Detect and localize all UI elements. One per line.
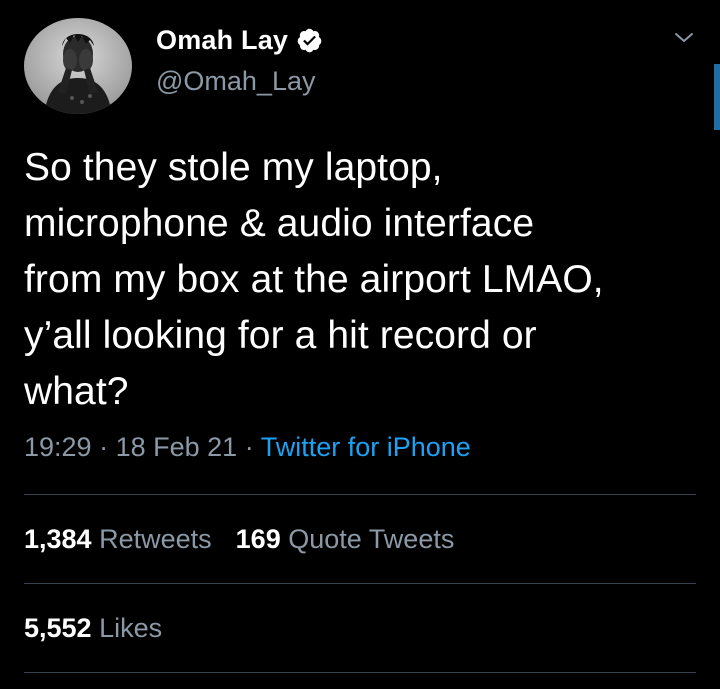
divider xyxy=(24,583,696,584)
divider xyxy=(24,494,696,495)
scrollbar[interactable] xyxy=(714,64,720,130)
quote-tweets-count: 169 xyxy=(235,524,281,554)
display-name[interactable]: Omah Lay xyxy=(156,25,288,56)
likes-count: 5,552 xyxy=(24,613,92,643)
quote-tweets-stat[interactable]: 169 Quote Tweets xyxy=(236,524,455,554)
retweets-stat[interactable]: 1,384 Retweets xyxy=(24,524,212,554)
meta-separator: · xyxy=(99,432,109,462)
display-name-row: Omah Lay xyxy=(156,20,323,60)
retweets-count: 1,384 xyxy=(24,524,92,554)
author-names: Omah Lay @Omah_Lay xyxy=(156,20,323,97)
retweets-label: Retweets xyxy=(99,524,212,554)
meta-separator: · xyxy=(244,432,254,462)
tweet-source-link[interactable]: Twitter for iPhone xyxy=(261,432,471,462)
chevron-down-icon[interactable] xyxy=(672,26,696,50)
tweet-date[interactable]: 18 Feb 21 xyxy=(116,432,238,462)
likes-label: Likes xyxy=(99,613,163,643)
verified-badge-icon xyxy=(297,28,322,52)
likes-stat[interactable]: 5,552 Likes xyxy=(24,613,162,643)
tweet-text: So they stole my laptop, microphone & au… xyxy=(24,146,604,413)
tweet-meta: 19:29 · 18 Feb 21 · Twitter for iPhone xyxy=(24,432,471,463)
likes-stats-row: 5,552 Likes xyxy=(24,613,162,644)
quote-tweets-label: Quote Tweets xyxy=(288,524,455,554)
tweet-header: Omah Lay @Omah_Lay xyxy=(24,18,696,116)
tweet-time[interactable]: 19:29 xyxy=(24,432,92,462)
author-handle[interactable]: @Omah_Lay xyxy=(156,66,323,97)
divider xyxy=(24,672,696,673)
avatar-image xyxy=(24,18,132,114)
engagement-stats-row: 1,384 Retweets 169 Quote Tweets xyxy=(24,524,454,555)
avatar[interactable] xyxy=(24,18,132,114)
